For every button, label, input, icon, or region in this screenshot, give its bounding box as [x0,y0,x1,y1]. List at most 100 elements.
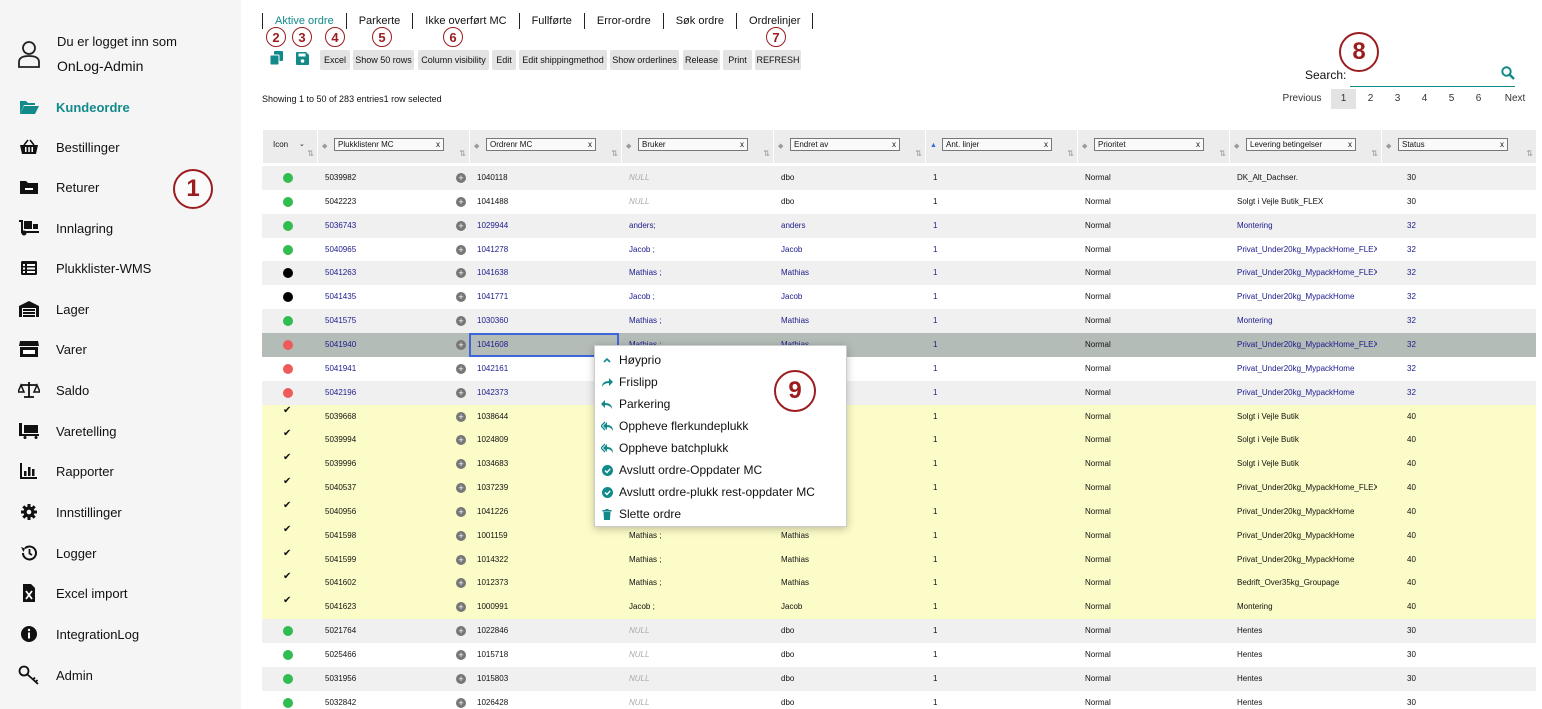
release-button[interactable]: Release [683,50,720,70]
cell-levering[interactable]: Privat_Under20kg_MypackHome_FLEX [1237,333,1377,357]
cell-levering[interactable]: Solgt i Vejle Butik [1237,428,1377,452]
search-input[interactable] [1350,65,1515,87]
column-visibility-button[interactable]: Column visibility [418,50,489,70]
nav-item-logger[interactable]: Logger [18,542,96,564]
col-header-levering[interactable]: ◆ Levering betingelser x ⇅ [1229,130,1381,163]
table-row[interactable]: +5036743 1029944 anders; anders 1 Normal Monte… [262,213,1536,238]
show-orderlines-button[interactable]: Show orderlines [610,50,679,70]
cell-bruker[interactable]: Mathias ; [629,571,769,595]
cell-ordrenr[interactable]: 1015803 [477,667,617,691]
cell-prioritet[interactable]: Normal [1085,166,1225,190]
cell-levering[interactable]: Privat_Under20kg_MypackHome_FLEX [1237,476,1377,500]
cell-ant-linjer[interactable]: 1 [933,261,1073,285]
col-header-endret-av[interactable]: ◆ Endret av x ⇅ [773,130,925,163]
cell-levering[interactable]: Privat_Under20kg_MypackHome [1237,381,1377,405]
cell-plukklistenr[interactable]: 5041623 [325,595,450,619]
cell-status[interactable]: 30 [1407,643,1527,667]
expand-row-icon[interactable]: + [456,506,466,517]
sort-icon[interactable]: ⇅ [611,149,618,158]
col-header-plukklistenr[interactable]: ◆ Plukklistenr MC x ⇅ [317,130,469,163]
chevron-down-icon[interactable]: ⌄ [299,140,305,148]
col-filter-plukklistenr[interactable]: Plukklistenr MC x [334,138,444,151]
cell-ordrenr[interactable]: 1029944 [477,214,617,238]
sort-icon[interactable]: ◆ [1386,142,1391,150]
table-row[interactable]: +5042196 1042373 1 Normal Privat_Under20kg_M… [262,380,1536,405]
cell-levering[interactable]: Montering [1237,309,1377,333]
cell-levering[interactable]: Hentes [1237,643,1377,667]
cell-prioritet[interactable]: Normal [1085,595,1225,619]
copy-icon[interactable] [269,51,283,65]
cell-levering[interactable]: Privat_Under20kg_MypackHome [1237,285,1377,309]
cell-ant-linjer[interactable]: 1 [933,428,1073,452]
cell-ant-linjer[interactable]: 1 [933,476,1073,500]
cell-prioritet[interactable]: Normal [1085,261,1225,285]
nav-item-bestillinger[interactable]: Bestillinger [18,136,120,158]
col-header-ant-linjer[interactable]: ▲ Ant. linjer x ⇅ [925,130,1077,163]
col-filter-prioritet[interactable]: Prioritet x [1094,138,1204,151]
cell-ant-linjer[interactable]: 1 [933,381,1073,405]
cell-ordrenr[interactable]: 1015718 [477,643,617,667]
cell-bruker[interactable]: Mathias ; [629,261,769,285]
cell-levering[interactable]: Hentes [1237,691,1377,709]
nav-item-plukklister-wms[interactable]: Plukklister-WMS [18,257,151,279]
clear-filter-icon[interactable]: x [588,139,592,150]
expand-row-icon[interactable]: + [456,673,466,684]
cell-levering[interactable]: Hentes [1237,619,1377,643]
menu-item-oppheve-batchplukk[interactable]: Oppheve batchplukk [595,437,846,459]
cell-ant-linjer[interactable]: 1 [933,452,1073,476]
col-filter-status[interactable]: Status x [1398,138,1508,151]
nav-item-integrationlog[interactable]: IntegrationLog [18,623,139,645]
table-row[interactable]: +5021764 1022846 NULL dbo 1 Normal Hentes 30 [262,619,1536,644]
expand-row-icon[interactable]: + [456,650,466,660]
cell-endret-av[interactable]: dbo [781,667,921,691]
tab-error-ordre[interactable]: Error-ordre [583,13,663,29]
cell-plukklistenr[interactable]: 5041263 [325,261,450,285]
cell-endret-av[interactable]: dbo [781,691,921,709]
table-row[interactable]: ✔ +5041598 1001159 Mathias ; Mathias 1 Normal P… [262,523,1536,548]
cell-endret-av[interactable]: dbo [781,190,921,214]
cell-bruker[interactable]: Mathias ; [629,548,769,572]
nav-item-varer[interactable]: Varer [18,338,87,360]
clear-filter-icon[interactable]: x [436,139,440,150]
cell-ordrenr[interactable]: 1012373 [477,571,617,595]
expand-row-icon[interactable]: + [456,268,466,279]
expand-row-icon[interactable]: + [456,530,466,541]
table-row-selected[interactable]: +50419401041608Mathias ;Mathias1NormalPr… [262,332,1536,357]
cell-ant-linjer[interactable]: 1 [933,524,1073,548]
pagination-page-5[interactable]: 5 [1439,89,1464,109]
cell-plukklistenr[interactable]: 5041575 [325,309,450,333]
menu-item-oppheve-flerkundeplukk[interactable]: Oppheve flerkundeplukk [595,415,846,437]
cell-endret-av[interactable]: Jacob [781,238,921,262]
col-header-icon[interactable]: Icon ⌄ ⇅ [262,130,317,163]
pagination-previous[interactable]: Previous [1279,89,1325,109]
table-row[interactable]: ✔ +5039996 1034683 1 Normal Solgt i Vejle But… [262,452,1536,477]
cell-levering[interactable]: Montering [1237,214,1377,238]
col-filter-endret-av[interactable]: Endret av x [790,138,900,151]
cell-status[interactable]: 40 [1407,500,1527,524]
table-row[interactable]: +5042223 1041488 NULL dbo 1 Normal Solgt i Vej… [262,189,1536,214]
cell-status[interactable]: 32 [1407,214,1527,238]
cell-bruker[interactable]: Mathias ; [629,309,769,333]
cell-ant-linjer[interactable]: 1 [933,238,1073,262]
sort-icon[interactable]: ⇅ [915,149,922,158]
cell-ant-linjer[interactable]: 1 [933,309,1073,333]
cell-ant-linjer[interactable]: 1 [933,691,1073,709]
show-50-rows-button[interactable]: Show 50 rows [353,50,414,70]
cell-ant-linjer[interactable]: 1 [933,285,1073,309]
pagination-page-4[interactable]: 4 [1412,89,1437,109]
cell-prioritet[interactable]: Normal [1085,476,1225,500]
cell-ordrenr[interactable]: 1000991 [477,595,617,619]
cell-ordrenr[interactable]: 1001159 [477,524,617,548]
cell-prioritet[interactable]: Normal [1085,428,1225,452]
pagination-page-2[interactable]: 2 [1358,89,1383,109]
cell-plukklistenr[interactable]: 5040956 [325,500,450,524]
tab-sok-ordre[interactable]: Søk ordre [662,13,736,29]
cell-prioritet[interactable]: Normal [1085,548,1225,572]
cell-bruker[interactable]: NULL [629,619,769,643]
cell-status[interactable]: 32 [1407,261,1527,285]
clear-filter-icon[interactable]: x [1348,139,1352,150]
cell-ant-linjer[interactable]: 1 [933,333,1073,357]
cell-status[interactable]: 32 [1407,381,1527,405]
cell-plukklistenr[interactable]: 5041940 [325,333,450,357]
cell-bruker[interactable]: NULL [629,691,769,709]
